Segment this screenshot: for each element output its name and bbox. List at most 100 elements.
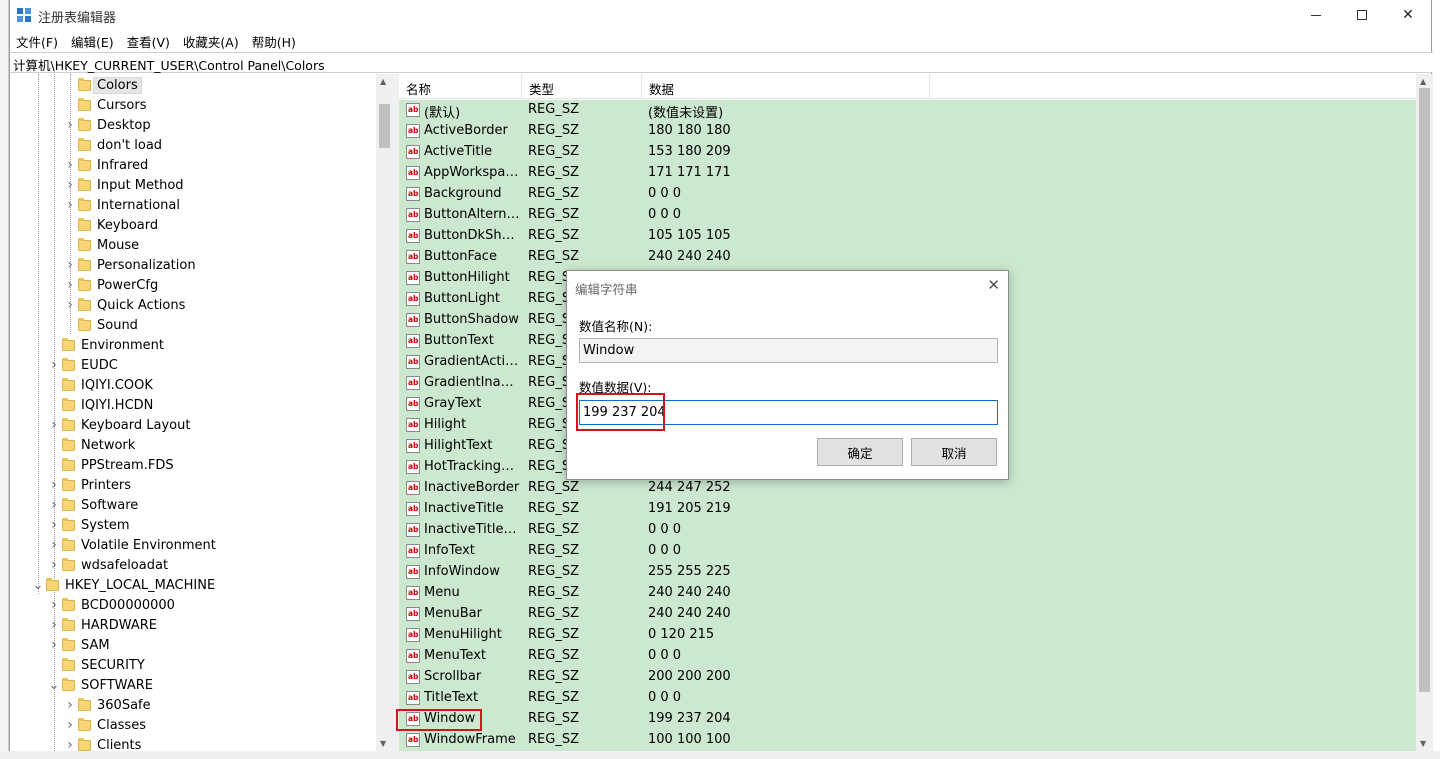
chevron-right-icon[interactable]: › <box>48 475 60 495</box>
value-row[interactable]: ab Menu REG_SZ 240 240 240 <box>399 583 1416 604</box>
column-header-data[interactable]: 数据 <box>642 74 930 99</box>
menu-item[interactable]: 收藏夹(A) <box>183 30 252 51</box>
tree-item[interactable]: Colors <box>64 75 142 95</box>
tree-item[interactable]: › BCD00000000 <box>48 595 175 615</box>
value-row[interactable]: ab InactiveTitleText REG_SZ 0 0 0 <box>399 520 1416 541</box>
list-scroll-thumb[interactable] <box>1419 88 1430 692</box>
chevron-right-icon[interactable]: › <box>64 275 76 295</box>
value-row[interactable]: ab InactiveTitle REG_SZ 191 205 219 <box>399 499 1416 520</box>
tree-item[interactable]: › EUDC <box>48 355 118 375</box>
value-row[interactable]: ab WindowFrame REG_SZ 100 100 100 <box>399 730 1416 751</box>
chevron-down-icon[interactable]: ⌄ <box>32 575 44 595</box>
value-row[interactable]: ab MenuHilight REG_SZ 0 120 215 <box>399 625 1416 646</box>
tree-item[interactable]: › International <box>64 195 180 215</box>
tree-item[interactable]: › Infrared <box>64 155 148 175</box>
title-bar[interactable]: 注册表编辑器 ✕ <box>10 0 1431 30</box>
tree-item[interactable]: › 360Safe <box>64 695 150 715</box>
tree-scroll-thumb[interactable] <box>379 104 390 148</box>
key-tree-pane[interactable]: Colors Cursors › Desktop don't load › Infrared… <box>10 74 386 751</box>
chevron-right-icon[interactable]: › <box>48 495 60 515</box>
tree-item[interactable]: › Desktop <box>64 115 150 135</box>
value-row[interactable]: ab MenuBar REG_SZ 240 240 240 <box>399 604 1416 625</box>
chevron-right-icon[interactable]: › <box>64 115 76 135</box>
value-row[interactable]: ab InactiveBorder REG_SZ 244 247 252 <box>399 478 1416 499</box>
value-row[interactable]: ab Scrollbar REG_SZ 200 200 200 <box>399 667 1416 688</box>
minimize-button[interactable] <box>1293 0 1339 30</box>
value-row[interactable]: ab InfoWindow REG_SZ 255 255 225 <box>399 562 1416 583</box>
tree-item[interactable]: Cursors <box>64 95 147 115</box>
tree-item[interactable]: Environment <box>48 335 164 355</box>
chevron-right-icon[interactable]: › <box>64 255 76 275</box>
ok-button[interactable]: 确定 <box>817 438 903 466</box>
value-row[interactable]: ab AppWorkspace REG_SZ 171 171 171 <box>399 163 1416 184</box>
tree-item[interactable]: › wdsafeloadat <box>48 555 168 575</box>
column-header-name[interactable]: 名称 <box>399 74 522 99</box>
menu-item[interactable]: 查看(V) <box>127 30 183 51</box>
chevron-right-icon[interactable]: › <box>64 695 76 715</box>
tree-item[interactable]: › HARDWARE <box>48 615 157 635</box>
chevron-down-icon[interactable]: ⌄ <box>48 675 60 695</box>
scroll-up-icon[interactable]: ▲ <box>380 77 386 86</box>
tree-item[interactable]: Keyboard <box>64 215 158 235</box>
chevron-right-icon[interactable]: › <box>64 295 76 315</box>
dialog-close-icon[interactable]: ✕ <box>987 276 1000 294</box>
tree-item[interactable]: Sound <box>64 315 138 335</box>
tree-item[interactable]: › SAM <box>48 635 109 655</box>
chevron-right-icon[interactable]: › <box>48 515 60 535</box>
menu-item[interactable]: 编辑(E) <box>71 30 127 51</box>
close-button[interactable]: ✕ <box>1385 0 1431 30</box>
tree-item[interactable]: Network <box>48 435 135 455</box>
tree-item[interactable]: don't load <box>64 135 162 155</box>
tree-item[interactable]: › System <box>48 515 129 535</box>
scroll-up-icon[interactable]: ▲ <box>1420 77 1426 86</box>
tree-item[interactable]: › Personalization <box>64 255 195 275</box>
scroll-down-icon[interactable]: ▼ <box>1420 739 1426 748</box>
column-header-type[interactable]: 类型 <box>522 74 642 99</box>
tree-scrollbar[interactable]: ▲ ▼ <box>376 74 393 751</box>
tree-item[interactable]: › Classes <box>64 715 146 735</box>
chevron-right-icon[interactable]: › <box>48 355 60 375</box>
tree-item[interactable]: IQIYI.COOK <box>48 375 153 395</box>
menu-item[interactable]: 文件(F) <box>16 30 71 51</box>
menu-item[interactable]: 帮助(H) <box>252 30 309 51</box>
value-row[interactable]: ab ActiveTitle REG_SZ 153 180 209 <box>399 142 1416 163</box>
value-row[interactable]: ab Window REG_SZ 199 237 204 <box>399 709 1416 730</box>
scroll-down-icon[interactable]: ▼ <box>380 739 386 748</box>
tree-item[interactable]: IQIYI.HCDN <box>48 395 153 415</box>
tree-item[interactable]: › Keyboard Layout <box>48 415 190 435</box>
cancel-button[interactable]: 取消 <box>911 438 997 466</box>
tree-item[interactable]: PPStream.FDS <box>48 455 174 475</box>
maximize-button[interactable] <box>1339 0 1385 30</box>
tree-item[interactable]: › PowerCfg <box>64 275 158 295</box>
value-row[interactable]: ab (默认) REG_SZ (数值未设置) <box>399 100 1416 121</box>
tree-item[interactable]: › Input Method <box>64 175 183 195</box>
tree-item[interactable]: ⌄ HKEY_LOCAL_MACHINE <box>32 575 215 595</box>
value-row[interactable]: ab InfoText REG_SZ 0 0 0 <box>399 541 1416 562</box>
tree-item[interactable]: › Software <box>48 495 138 515</box>
tree-item[interactable]: › Volatile Environment <box>48 535 216 555</box>
tree-item[interactable]: ⌄ SOFTWARE <box>48 675 153 695</box>
chevron-right-icon[interactable]: › <box>48 535 60 555</box>
chevron-right-icon[interactable]: › <box>64 735 76 751</box>
chevron-right-icon[interactable]: › <box>48 555 60 575</box>
chevron-right-icon[interactable]: › <box>48 415 60 435</box>
value-row[interactable]: ab ButtonAlternat... REG_SZ 0 0 0 <box>399 205 1416 226</box>
tree-item[interactable]: SECURITY <box>48 655 145 675</box>
tree-item[interactable]: Mouse <box>64 235 139 255</box>
chevron-right-icon[interactable]: › <box>48 595 60 615</box>
tree-item[interactable]: › Printers <box>48 475 131 495</box>
chevron-right-icon[interactable]: › <box>48 615 60 635</box>
tree-item[interactable]: › Quick Actions <box>64 295 185 315</box>
address-bar[interactable]: 计算机\HKEY_CURRENT_USER\Control Panel\Colo… <box>10 52 1433 73</box>
chevron-right-icon[interactable]: › <box>64 715 76 735</box>
tree-item[interactable]: › Clients <box>64 735 141 751</box>
list-scrollbar[interactable]: ▲ ▼ <box>1416 74 1433 751</box>
value-row[interactable]: ab MenuText REG_SZ 0 0 0 <box>399 646 1416 667</box>
value-row[interactable]: ab ActiveBorder REG_SZ 180 180 180 <box>399 121 1416 142</box>
value-row[interactable]: ab Background REG_SZ 0 0 0 <box>399 184 1416 205</box>
chevron-right-icon[interactable]: › <box>64 155 76 175</box>
chevron-right-icon[interactable]: › <box>64 195 76 215</box>
value-row[interactable]: ab TitleText REG_SZ 0 0 0 <box>399 688 1416 709</box>
value-row[interactable]: ab ButtonFace REG_SZ 240 240 240 <box>399 247 1416 268</box>
chevron-right-icon[interactable]: › <box>64 175 76 195</box>
